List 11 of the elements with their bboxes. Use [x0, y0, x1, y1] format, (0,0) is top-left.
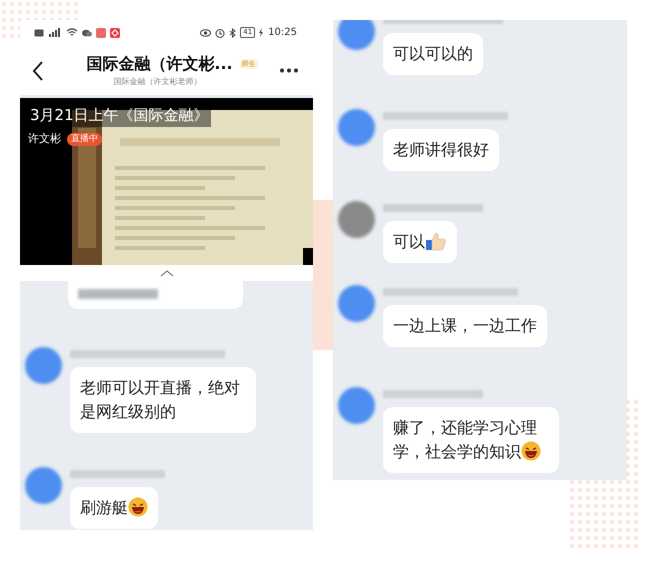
message-bubble: 一边上课，一边工作 — [383, 305, 547, 347]
status-time: 10:25 — [268, 26, 297, 40]
message-bubble: 老师可以开直播，绝对是网红级别的 — [70, 367, 256, 433]
message-bubble: 刷游艇 — [70, 487, 158, 529]
message-bubble: 老师讲得很好 — [383, 129, 499, 171]
message-bubble: 可以可以的 — [383, 33, 483, 75]
chat-subtitle: 国际金融（许文彬老师） — [114, 76, 202, 88]
chat-title: 国际金融（许文彬... — [86, 53, 233, 75]
host-name: 许文彬 — [28, 131, 61, 147]
message-bubble: 赚了，还能学习心理学，社会学的知识 — [383, 407, 559, 473]
message-bubble: 可以 — [383, 221, 457, 263]
